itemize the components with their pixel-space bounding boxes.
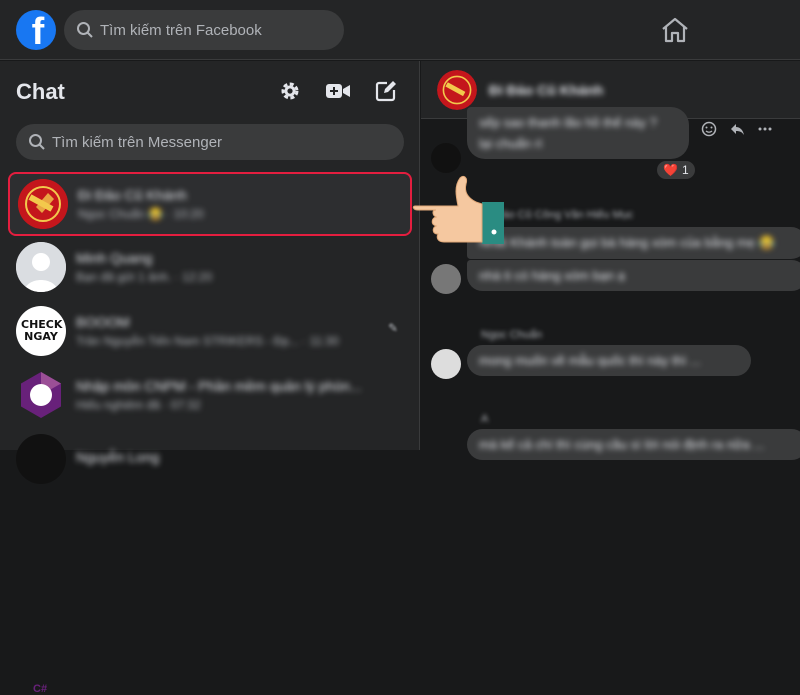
chat-title: Chat (16, 79, 65, 104)
reaction-count: 1 (681, 163, 689, 177)
chat-header-name: Đi Đảo Cũ Khánh (489, 81, 604, 98)
message-bubble[interactable]: mong muốn về mẫu quốc thì này thì ... (467, 345, 751, 376)
conversation-item[interactable]: C# Nhập môn CNPM - Phần mềm quản lý phòn… (8, 363, 412, 695)
conversation-name: Nguyễn Long (76, 449, 160, 465)
muted-icon: ✎ (388, 321, 399, 335)
message-text: sếp sao thanh lão hồ thế này ? (479, 115, 657, 130)
checknay-avatar-text: CHECK NGAY (21, 318, 63, 343)
message-bubble[interactable]: Nhất Khánh toàn gọi bà hàng xóm của bằng… (467, 227, 800, 259)
message-text: nhà ti có hàng xóm bạn ạ (479, 268, 625, 283)
conversation-name: Đi Đảo Cũ Khánh (78, 187, 187, 203)
facebook-logo[interactable]: f (16, 10, 56, 50)
pointing-hand-icon (412, 175, 504, 244)
conversation-item[interactable]: Minh Quang Bạn đã gửi 1 ảnh. · 12:20 (8, 235, 412, 299)
conversation-name: Minh Quang (76, 250, 153, 266)
more-options-icon[interactable] (757, 121, 773, 137)
react-emoji-icon[interactable] (701, 121, 717, 137)
message-bubble[interactable]: nhà ti có hàng xóm bạn ạ (467, 260, 800, 291)
home-icon[interactable] (660, 16, 690, 44)
conversation-name: BOOOM (76, 314, 130, 330)
message-bubble[interactable]: mà kế cả chí thì cùng cầu sì lời nói địn… (467, 429, 800, 460)
sender-avatar (431, 349, 461, 379)
conversation-preview: Trần Nguyễn Tiến Nam STRIKERS - Đp... · … (76, 334, 339, 348)
conversation-preview: Bạn đã gửi 1 ảnh. · 12:20 (76, 270, 213, 284)
message-text: lại chuẩn rì (479, 136, 543, 151)
facebook-search-placeholder: Tìm kiếm trên Facebook (100, 21, 262, 39)
new-message-icon[interactable] (372, 77, 400, 105)
conversation-item[interactable]: CHECK NGAY BOOOM Trần Nguyễn Tiến Nam ST… (8, 299, 412, 363)
message-text: mong muốn về mẫu quốc thì này thì ... (479, 353, 701, 368)
conversation-preview: Ngọc Chuẩn 😂 · 10:20 (78, 207, 204, 221)
facebook-logo-letter: f (31, 11, 45, 50)
checknay-avatar: CHECK NGAY (16, 306, 66, 356)
csharp-avatar: C# (16, 370, 66, 695)
settings-gear-icon[interactable] (276, 77, 304, 105)
search-icon (29, 134, 45, 150)
group-avatar (18, 179, 68, 229)
chat-header-avatar (437, 69, 477, 110)
message-reaction[interactable]: ❤️ 1 (655, 159, 697, 181)
sender-label: Ngọc Chuẩn (481, 329, 543, 341)
chat-panel: Đi Đảo Cũ Khánh sếp sao thanh lão hồ thế… (421, 61, 800, 460)
sender-avatar (431, 264, 461, 294)
conversation-item[interactable]: Nguyễn Long (8, 427, 412, 491)
message-bubble[interactable]: sếp sao thanh lão hồ thế này ? lại chuẩn… (467, 107, 689, 159)
conversation-preview: Hiếu nghiêm đã · 07:32 (76, 398, 201, 412)
chat-sidebar: Chat Tìm kiếm trên Messenger Đi Đảo Cũ K… (0, 61, 420, 695)
messenger-search-input[interactable]: Tìm kiếm trên Messenger (16, 124, 404, 160)
conversation-item-active[interactable]: Đi Đảo Cũ Khánh Ngọc Chuẩn 😂 · 10:20 (8, 172, 412, 236)
sender-label: A (481, 413, 489, 425)
search-icon (77, 22, 93, 38)
messenger-search-placeholder: Tìm kiếm trên Messenger (52, 133, 223, 151)
group-avatar-long (16, 434, 66, 484)
reply-icon[interactable] (729, 121, 745, 137)
heart-reaction-icon: ❤️ (663, 163, 678, 177)
default-avatar (16, 242, 66, 292)
video-call-icon[interactable] (324, 77, 352, 105)
top-bar: f Tìm kiếm trên Facebook (0, 0, 800, 60)
facebook-search-input[interactable]: Tìm kiếm trên Facebook (64, 10, 344, 50)
message-text: Nhất Khánh toàn gọi bà hàng xóm của bằng… (479, 235, 775, 250)
conversation-name: Nhập môn CNPM - Phần mềm quản lý phòn... (76, 378, 362, 394)
message-actions (701, 121, 773, 137)
sender-avatar (431, 143, 461, 173)
